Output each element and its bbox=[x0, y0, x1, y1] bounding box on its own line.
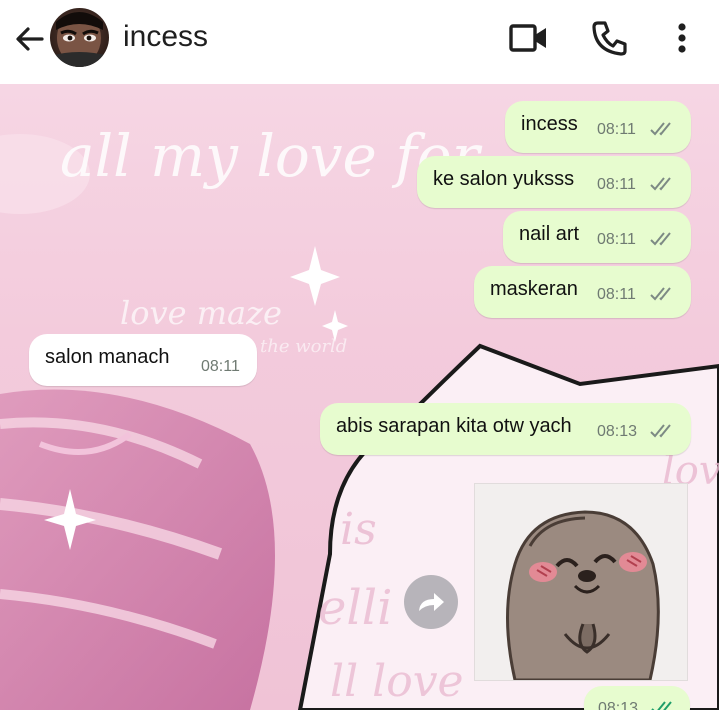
message-time: 08:11 bbox=[597, 286, 636, 303]
video-call-icon[interactable] bbox=[508, 20, 550, 56]
otter-blushing-sticker[interactable] bbox=[474, 483, 688, 681]
contact-name[interactable]: incess bbox=[123, 20, 208, 54]
message-time: 08:11 bbox=[597, 231, 636, 248]
double-check-icon bbox=[651, 701, 672, 710]
double-check-icon bbox=[650, 232, 671, 246]
double-check-icon bbox=[650, 177, 671, 191]
wallpaper-text: love maze bbox=[120, 294, 282, 332]
wallpaper-text: the world bbox=[260, 336, 347, 357]
double-check-icon bbox=[650, 424, 671, 438]
otter-sticker-image bbox=[506, 510, 660, 680]
forward-icon bbox=[419, 593, 444, 611]
wallpaper-text: is bbox=[340, 504, 377, 555]
message-bubble-outgoing[interactable]: 08:13 bbox=[584, 686, 690, 710]
forward-button[interactable] bbox=[404, 575, 458, 629]
double-check-icon bbox=[650, 122, 671, 136]
wallpaper-text: ll love bbox=[330, 656, 464, 707]
message-text: maskeran bbox=[490, 278, 578, 300]
message-bubble-outgoing[interactable]: ke salon yuksss 08:11 bbox=[417, 156, 691, 208]
phone-icon[interactable] bbox=[590, 18, 630, 58]
chat-area[interactable]: all my love for love maze the world is l… bbox=[0, 84, 719, 710]
message-time: 08:11 bbox=[597, 121, 636, 138]
message-text: incess bbox=[521, 113, 578, 135]
message-bubble-outgoing[interactable]: nail art 08:11 bbox=[503, 211, 691, 263]
message-text: nail art bbox=[519, 223, 580, 245]
message-text: abis sarapan kita otw yach bbox=[336, 415, 572, 437]
message-time: 08:11 bbox=[597, 176, 636, 193]
avatar[interactable] bbox=[50, 8, 109, 67]
message-bubble-outgoing[interactable]: maskeran 08:11 bbox=[474, 266, 691, 318]
wallpaper-text: elli bbox=[318, 580, 392, 636]
back-arrow-icon[interactable] bbox=[12, 22, 46, 56]
message-time: 08:11 bbox=[201, 358, 240, 375]
message-bubble-outgoing[interactable]: incess 08:11 bbox=[505, 101, 691, 153]
more-vert-icon[interactable] bbox=[670, 20, 694, 56]
chat-header: incess bbox=[0, 0, 719, 84]
message-text: ke salon yuksss bbox=[433, 168, 575, 190]
message-text: salon manach bbox=[45, 346, 170, 368]
message-bubble-incoming[interactable]: salon manach 08:11 bbox=[29, 334, 257, 386]
message-bubble-outgoing[interactable]: abis sarapan kita otw yach 08:13 bbox=[320, 403, 691, 455]
message-time: 08:13 bbox=[597, 423, 638, 440]
double-check-icon bbox=[650, 287, 671, 301]
message-time: 08:13 bbox=[598, 700, 639, 710]
